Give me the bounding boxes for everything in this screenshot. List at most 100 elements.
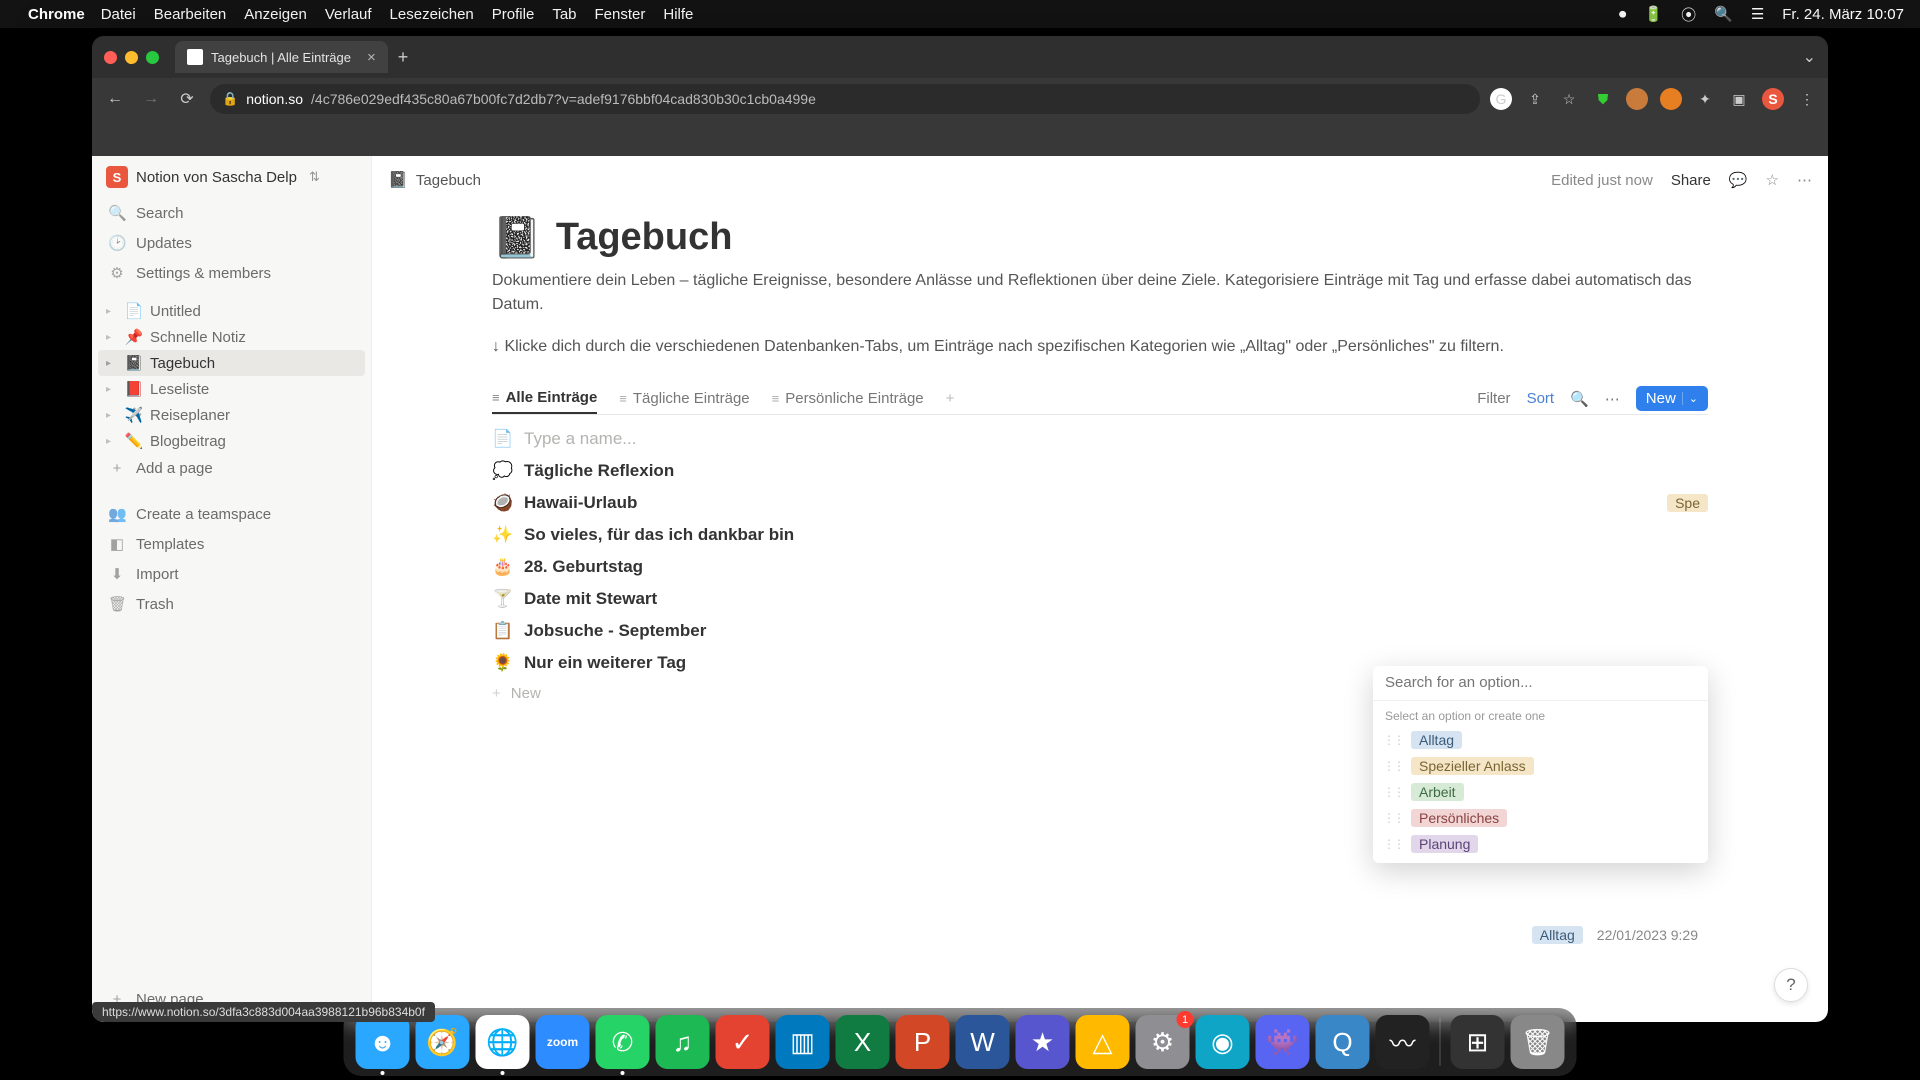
tag-pill[interactable]: Spe (1667, 494, 1708, 512)
entry-row[interactable]: 💭Tägliche Reflexion (492, 455, 1708, 487)
dock-app-todoist[interactable]: ✓ (716, 1015, 770, 1069)
tabs-dropdown-icon[interactable]: ⌄ (1803, 47, 1816, 67)
star-icon[interactable]: ☆ (1766, 171, 1779, 189)
popup-option[interactable]: ⋮⋮Alltag (1373, 727, 1708, 753)
share-icon[interactable]: ⇪ (1524, 88, 1546, 110)
drag-handle-icon[interactable]: ⋮⋮ (1383, 759, 1403, 773)
dock-app-powerpoint[interactable]: P (896, 1015, 950, 1069)
translate-icon[interactable]: G (1490, 88, 1512, 110)
maximize-window[interactable] (146, 51, 159, 64)
wifi-icon[interactable]: ⦿ (1681, 4, 1696, 25)
more-icon[interactable]: ⋯ (1797, 171, 1812, 189)
sidebar-page-item[interactable]: ▸✏️Blogbeitrag (92, 428, 371, 454)
sidebar-updates[interactable]: 🕑Updates (92, 228, 371, 258)
search-icon[interactable]: 🔍 (1714, 5, 1733, 23)
caret-icon[interactable]: ▸ (106, 410, 118, 421)
caret-icon[interactable]: ▸ (106, 436, 118, 447)
menu-hilfe[interactable]: Hilfe (663, 6, 693, 23)
popup-option[interactable]: ⋮⋮Arbeit (1373, 779, 1708, 805)
page-title[interactable]: Tagebuch (556, 216, 733, 259)
forward-button[interactable]: → (138, 86, 164, 112)
ext3-icon[interactable] (1660, 88, 1682, 110)
entry-row[interactable]: ✨So vieles, für das ich dankbar bin (492, 519, 1708, 551)
record-icon[interactable]: ⏺ (1619, 6, 1627, 23)
new-tab-button[interactable]: + (398, 47, 409, 68)
dock-app-quicktime[interactable]: Q (1316, 1015, 1370, 1069)
sort-button[interactable]: Sort (1527, 390, 1555, 407)
browser-tab[interactable]: Tagebuch | Alle Einträge × (175, 41, 388, 73)
db-tab-alle[interactable]: ≡Alle Einträge (492, 383, 597, 414)
minimize-window[interactable] (125, 51, 138, 64)
new-entry-button[interactable]: New⌄ (1636, 386, 1708, 411)
comments-icon[interactable]: 💬 (1729, 171, 1748, 189)
menu-datei[interactable]: Datei (101, 6, 136, 23)
menu-profile[interactable]: Profile (492, 6, 535, 23)
menubar-app[interactable]: Chrome (28, 6, 85, 23)
entry-row[interactable]: 🥥Hawaii-UrlaubSpe (492, 487, 1708, 519)
dock-app-mission[interactable]: ⊞ (1451, 1015, 1505, 1069)
sidebar-settings[interactable]: ⚙Settings & members (92, 258, 371, 288)
menu-anzeigen[interactable]: Anzeigen (244, 6, 307, 23)
dock-app-discord[interactable]: 👾 (1256, 1015, 1310, 1069)
drag-handle-icon[interactable]: ⋮⋮ (1383, 785, 1403, 799)
entry-row[interactable]: 📋Jobsuche - September (492, 615, 1708, 647)
popup-search-input[interactable] (1385, 674, 1696, 691)
close-tab-icon[interactable]: × (367, 49, 376, 66)
entry-row[interactable]: 🍸Date mit Stewart (492, 583, 1708, 615)
sidebar-page-item[interactable]: ▸📓Tagebuch (98, 350, 365, 376)
battery-icon[interactable]: 🔋 (1644, 5, 1663, 23)
db-tab-persoenlich[interactable]: ≡Persönliche Einträge (772, 384, 924, 413)
caret-icon[interactable]: ▸ (106, 332, 118, 343)
sidebar-page-item[interactable]: ▸✈️Reiseplaner (92, 402, 371, 428)
sidebar-page-item[interactable]: ▸📄Untitled (92, 298, 371, 324)
dock-app-word[interactable]: W (956, 1015, 1010, 1069)
search-db-icon[interactable]: 🔍 (1570, 390, 1589, 408)
dock-app-excel[interactable]: X (836, 1015, 890, 1069)
dock-app-finder[interactable]: ☻ (356, 1015, 410, 1069)
caret-icon[interactable]: ▸ (106, 384, 118, 395)
drag-handle-icon[interactable]: ⋮⋮ (1383, 837, 1403, 851)
sidebar-page-item[interactable]: ▸📕Leseliste (92, 376, 371, 402)
ext1-icon[interactable]: ⛊ (1592, 88, 1614, 110)
dock-app-imovie[interactable]: ★ (1016, 1015, 1070, 1069)
sidebar-import[interactable]: ⬇Import (92, 559, 371, 589)
menu-bearbeiten[interactable]: Bearbeiten (154, 6, 227, 23)
drag-handle-icon[interactable]: ⋮⋮ (1383, 733, 1403, 747)
filter-button[interactable]: Filter (1477, 390, 1510, 407)
drag-handle-icon[interactable]: ⋮⋮ (1383, 811, 1403, 825)
sidebar-trash[interactable]: 🗑Trash (92, 589, 371, 619)
popup-option[interactable]: ⋮⋮Planung (1373, 831, 1708, 857)
caret-icon[interactable]: ▸ (106, 306, 118, 317)
extensions-icon[interactable]: ✦ (1694, 88, 1716, 110)
page-emoji[interactable]: 📓 (492, 214, 542, 261)
sidebar-page-item[interactable]: ▸📌Schnelle Notiz (92, 324, 371, 350)
address-bar[interactable]: 🔒 notion.so/4c786e029edf435c80a67b00fc7d… (210, 84, 1480, 114)
dock-app-safari[interactable]: 🧭 (416, 1015, 470, 1069)
back-button[interactable]: ← (102, 86, 128, 112)
menubar-datetime[interactable]: Fr. 24. März 10:07 (1782, 6, 1904, 23)
dock-app-zoom[interactable]: zoom (536, 1015, 590, 1069)
menu-verlauf[interactable]: Verlauf (325, 6, 372, 23)
db-more-icon[interactable]: ⋯ (1605, 390, 1620, 408)
dock-app-voice[interactable]: 〰 (1376, 1015, 1430, 1069)
ext2-icon[interactable] (1626, 88, 1648, 110)
workspace-switcher[interactable]: S Notion von Sascha Delp ⇅ (92, 156, 371, 198)
sidepanel-icon[interactable]: ▣ (1728, 88, 1750, 110)
menu-lesezeichen[interactable]: Lesezeichen (390, 6, 474, 23)
tag-pill[interactable]: Alltag (1532, 926, 1583, 944)
chevron-down-icon[interactable]: ⌄ (1682, 392, 1698, 405)
chrome-menu-icon[interactable]: ⋮ (1796, 88, 1818, 110)
dock-app-trash[interactable]: 🗑 (1511, 1015, 1565, 1069)
menu-fenster[interactable]: Fenster (595, 6, 646, 23)
entry-row[interactable]: 🎂28. Geburtstag (492, 551, 1708, 583)
dock-app-drive[interactable]: △ (1076, 1015, 1130, 1069)
page-description[interactable]: Dokumentiere dein Leben – tägliche Ereig… (492, 269, 1708, 317)
bookmark-icon[interactable]: ☆ (1558, 88, 1580, 110)
share-button[interactable]: Share (1671, 172, 1711, 189)
dock-app-whatsapp[interactable]: ✆ (596, 1015, 650, 1069)
caret-icon[interactable]: ▸ (106, 358, 118, 369)
control-center-icon[interactable]: ☰ (1751, 5, 1764, 23)
dock-app-settings[interactable]: ⚙1 (1136, 1015, 1190, 1069)
menu-tab[interactable]: Tab (552, 6, 576, 23)
dock-app-chrome[interactable]: 🌐 (476, 1015, 530, 1069)
